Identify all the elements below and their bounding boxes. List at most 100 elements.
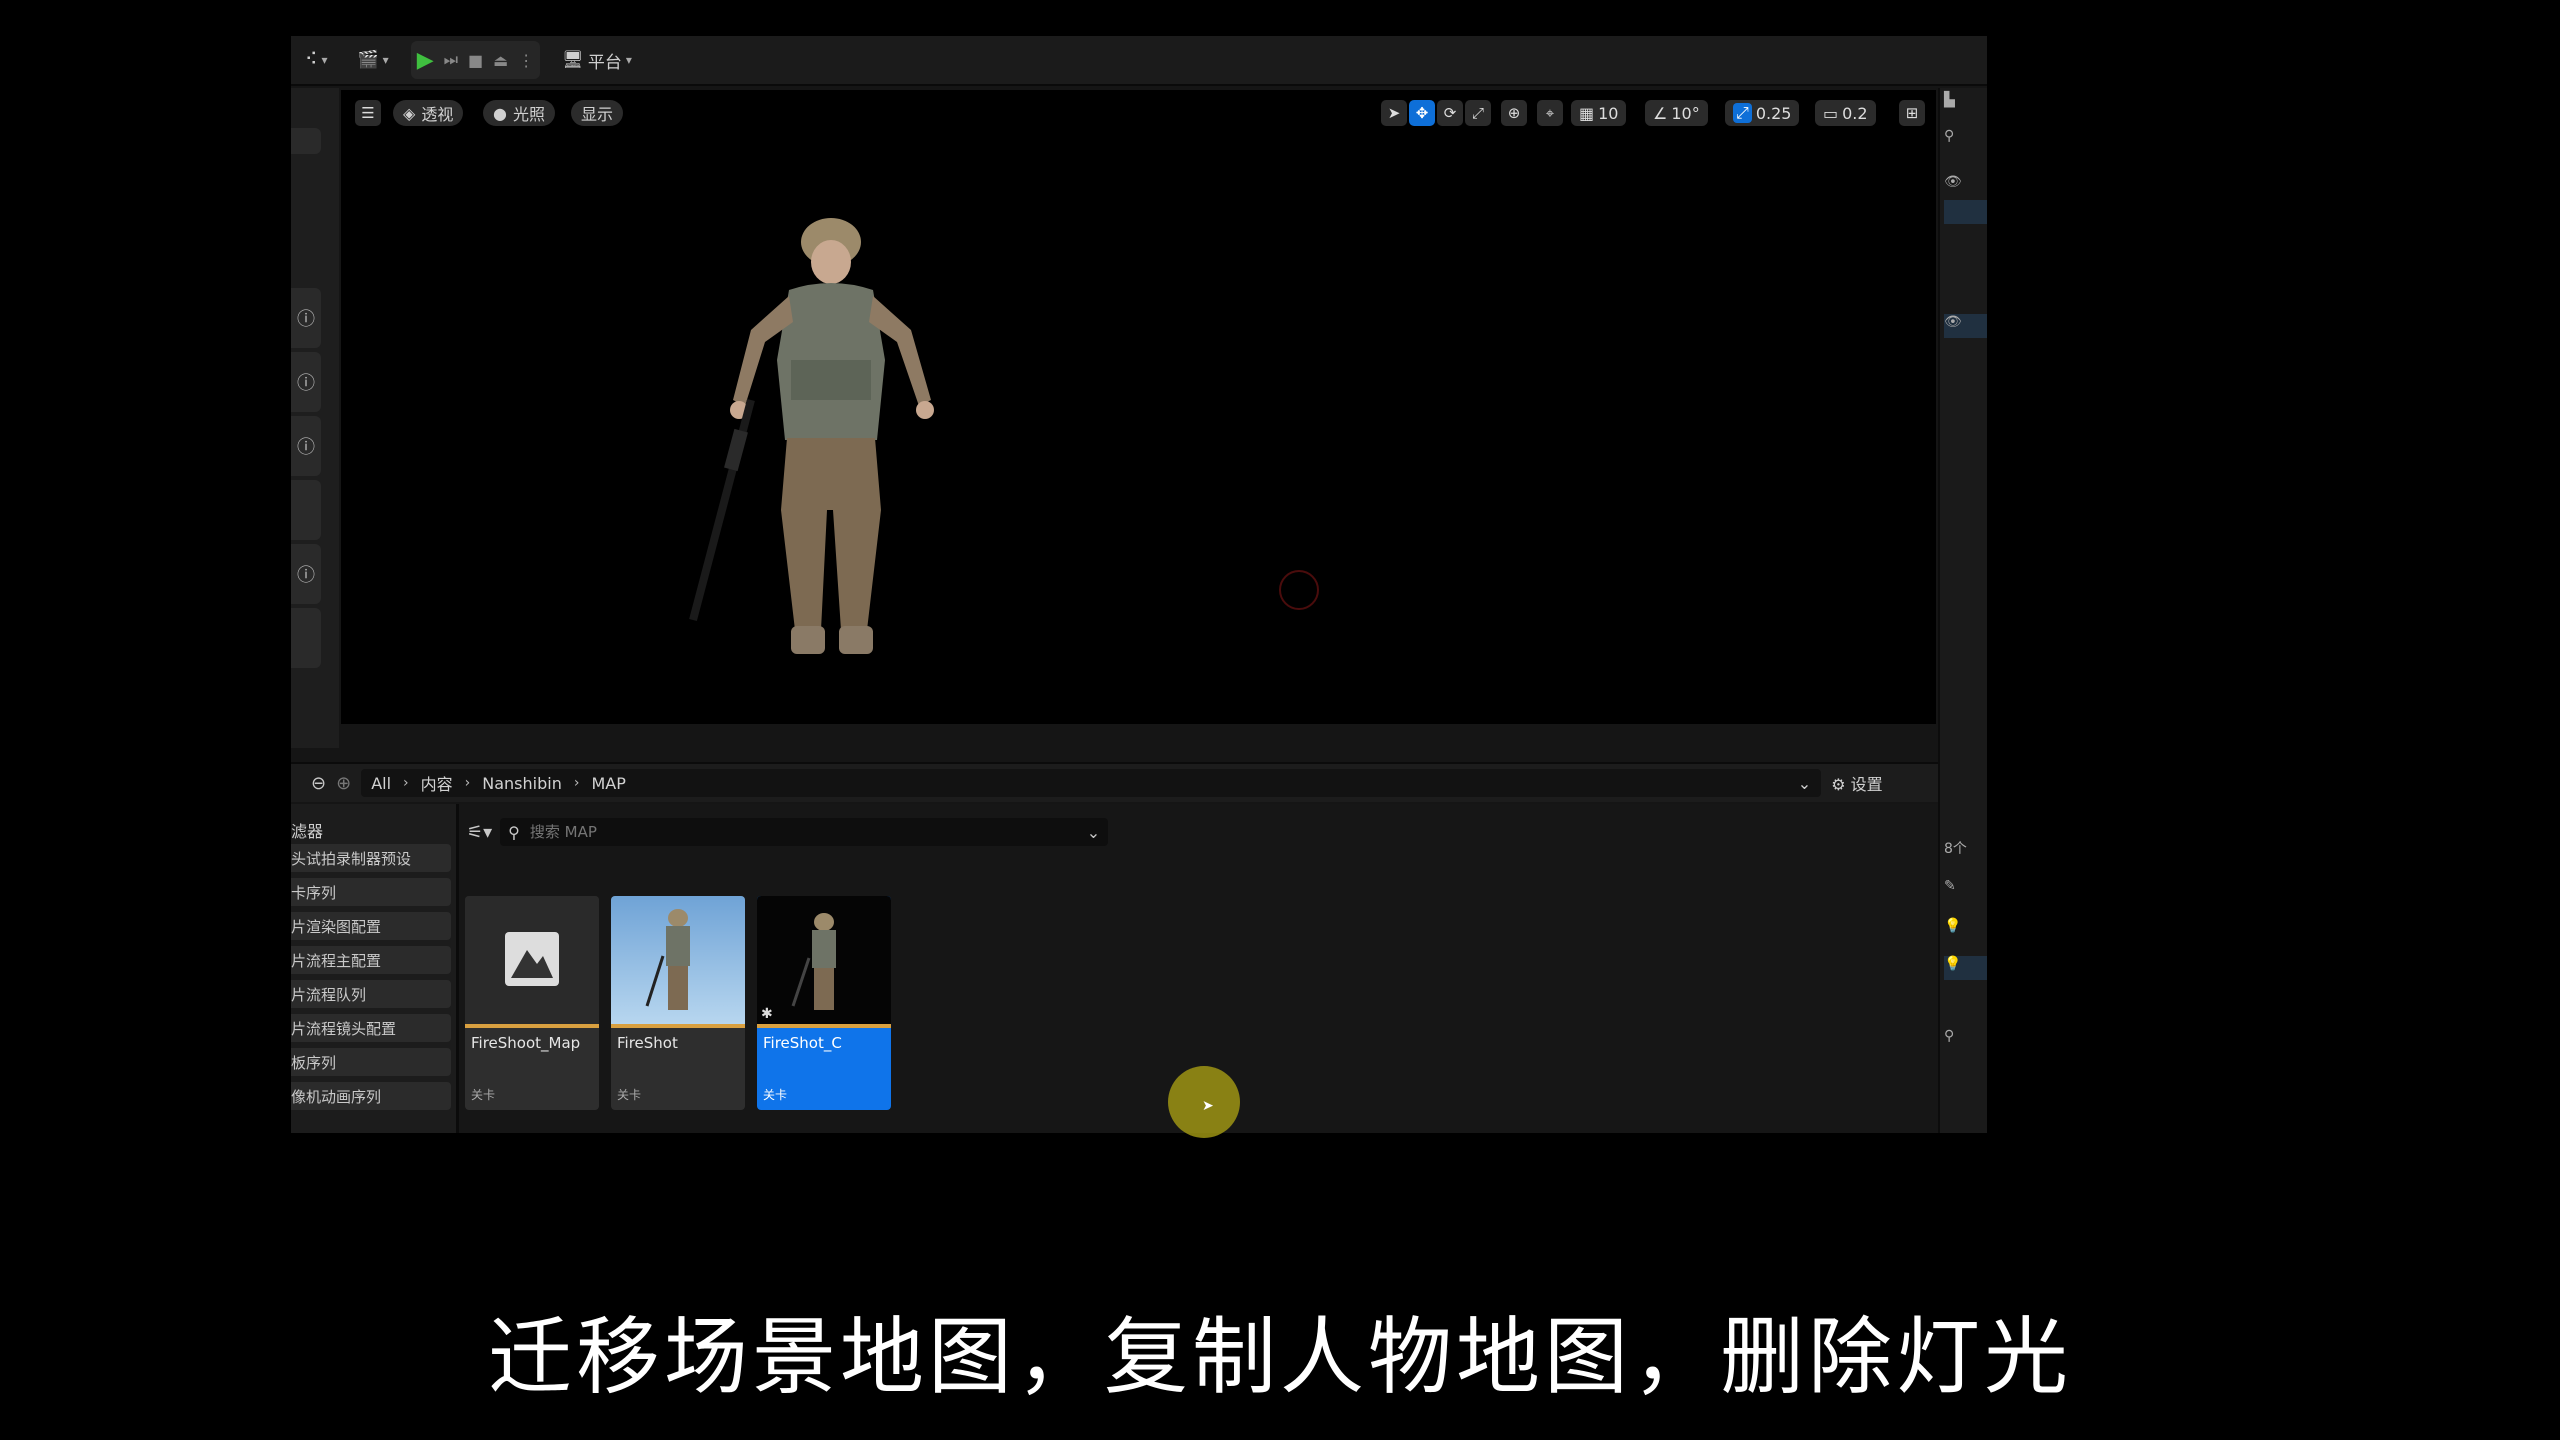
filter-icon[interactable]: ⚲ <box>1944 128 1987 152</box>
search-input[interactable] <box>527 822 1079 842</box>
edit-icon[interactable]: ✎ <box>1944 878 1987 902</box>
left-panel-tab[interactable] <box>291 128 321 154</box>
sidebar-item[interactable]: 像机动画序列 <box>291 1082 451 1110</box>
mouse-cursor-highlight: ➤ <box>1168 1066 1240 1138</box>
breadcrumb-item-content[interactable]: 内容 <box>421 771 453 795</box>
settings-button[interactable]: ⚙ 设置 <box>1831 771 1882 795</box>
lighting-label: 光照 <box>512 105 545 124</box>
asset-name: FireShot_C <box>763 1034 842 1052</box>
asset-type: 关卡 <box>471 1088 496 1102</box>
chevron-right-icon: › <box>464 775 471 791</box>
sidebar-header: 滤器 <box>291 822 324 841</box>
step-icon[interactable]: ⏭ <box>444 50 458 70</box>
left-panel-slot[interactable] <box>291 480 321 540</box>
asset-name: FireShoot_Map <box>471 1034 581 1052</box>
asset-tile-fireshot-c[interactable]: ✱ FireShot_C 关卡 <box>757 896 891 1110</box>
modified-star-icon: ✱ <box>761 1006 773 1022</box>
sidebar-item[interactable]: 卡序列 <box>291 878 451 906</box>
asset-thumbnail <box>465 896 599 1024</box>
show-label: 显示 <box>581 105 614 124</box>
asset-type-bar <box>757 1024 891 1028</box>
help-icon[interactable]: ⓘ <box>291 416 321 476</box>
asset-thumbnail <box>611 896 745 1024</box>
sidebar-item[interactable]: 头试拍录制器预设 <box>291 844 451 872</box>
map-icon <box>505 932 559 986</box>
search-icon: ⚲ <box>508 822 520 842</box>
count-label: 8个 <box>1944 841 1967 857</box>
visibility-eye-icon[interactable]: 👁 <box>1944 174 1987 198</box>
settings-label: 设置 <box>1850 775 1883 794</box>
light-bulb-icon-selected[interactable]: 💡 <box>1944 956 1987 980</box>
breadcrumb-item-all[interactable]: All <box>371 774 391 793</box>
search-icon[interactable]: ⚲ <box>1944 1028 1987 1052</box>
help-icon[interactable]: ⓘ <box>291 288 321 348</box>
rotation-snap-control[interactable]: ∠ 10° <box>1645 100 1708 126</box>
help-icon[interactable]: ⓘ <box>291 544 321 604</box>
breadcrumb: All › 内容 › Nanshibin › MAP ⌄ <box>361 769 1822 797</box>
scale-snap-control[interactable]: ⤢ 0.25 <box>1725 100 1800 126</box>
back-icon[interactable]: ⊖ <box>311 773 326 794</box>
translate-icon[interactable]: ✥ <box>1409 100 1435 126</box>
angle-icon: ∠ <box>1653 103 1668 123</box>
stop-icon[interactable]: ■ <box>468 51 483 70</box>
grid-snap-control[interactable]: ▦ 10 <box>1571 100 1627 126</box>
more-options-icon[interactable]: ⋮ <box>518 51 534 70</box>
sphere-icon: ● <box>493 103 507 123</box>
hamburger-menu-icon[interactable]: ☰ <box>355 100 381 126</box>
mode-selector[interactable]: ⠪ ▾ <box>297 42 335 78</box>
search-box[interactable]: ⚲ ⌄ <box>500 818 1109 846</box>
asset-thumbnail: ✱ <box>757 896 891 1024</box>
scale-snap-value: 0.25 <box>1755 103 1792 123</box>
outliner-row-selected[interactable] <box>1944 200 1987 224</box>
soldier-character-model[interactable] <box>671 210 991 730</box>
light-bulb-icon[interactable]: 💡 <box>1944 918 1987 942</box>
chevron-down-icon[interactable]: ⌄ <box>1798 774 1811 793</box>
breadcrumb-item-nanshibin[interactable]: Nanshibin <box>482 774 562 793</box>
outliner-icon[interactable]: ▙ <box>1944 92 1987 116</box>
mouse-cursor-icon: ➤ <box>1202 1098 1214 1114</box>
cinematics-button[interactable]: 🎬 ▾ <box>349 42 396 78</box>
chevron-down-icon: ▾ <box>321 53 328 67</box>
chevron-right-icon: › <box>403 775 409 791</box>
sidebar-item[interactable]: 片流程主配置 <box>291 946 451 974</box>
sidebar-item[interactable]: 片渲染图配置 <box>291 912 451 940</box>
cube-icon: ◈ <box>403 103 416 123</box>
level-viewport[interactable]: ☰ ◈ 透视 ● 光照 显示 ➤ ✥ ⟳ ⤢ ⊕ ⌖ ▦ 10 ∠ 10° ⤢ … <box>341 90 1936 724</box>
sidebar-item[interactable]: 板序列 <box>291 1048 451 1076</box>
platform-button[interactable]: 🖥 平台 ▾ <box>554 42 640 78</box>
surface-snap-icon[interactable]: ⌖ <box>1537 100 1563 126</box>
platform-label: 平台 <box>587 52 622 73</box>
perspective-button[interactable]: ◈ 透视 <box>393 100 464 126</box>
select-icon[interactable]: ➤ <box>1381 100 1407 126</box>
filter-bar: ⚟▾ ⚲ ⌄ <box>467 818 1109 846</box>
camera-speed-control[interactable]: ▭ 0.2 <box>1815 100 1876 126</box>
play-controls: ▶ ⏭ ■ ⏏ ⋮ <box>410 41 541 79</box>
rotate-icon[interactable]: ⟳ <box>1437 100 1463 126</box>
scale-icon[interactable]: ⤢ <box>1465 100 1491 126</box>
lighting-mode-button[interactable]: ● 光照 <box>483 100 555 126</box>
asset-tile-fireshoot-map[interactable]: FireShoot_Map 关卡 <box>465 896 599 1110</box>
content-browser-sidebar: 滤器 头试拍录制器预设 卡序列 片渲染图配置 片流程主配置 片流程队列 片流程镜… <box>291 804 459 1133</box>
asset-tile-fireshot[interactable]: FireShot 关卡 <box>611 896 745 1110</box>
sidebar-item[interactable]: 片流程镜头配置 <box>291 1014 451 1042</box>
show-button[interactable]: 显示 <box>571 100 624 126</box>
eject-icon[interactable]: ⏏ <box>493 51 508 70</box>
help-icon[interactable]: ⓘ <box>291 352 321 412</box>
play-icon[interactable]: ▶ <box>417 48 434 73</box>
world-local-icon[interactable]: ⊕ <box>1501 100 1527 126</box>
chevron-down-icon[interactable]: ⌄ <box>1087 823 1100 842</box>
main-toolbar: ⠪ ▾ 🎬 ▾ ▶ ⏭ ■ ⏏ ⋮ 🖥 平台 ▾ <box>291 36 1987 86</box>
chevron-down-icon: ▾ <box>382 53 389 67</box>
clapperboard-icon: 🎬 <box>357 50 379 70</box>
filter-icon[interactable]: ⚟▾ <box>467 822 492 843</box>
soldier-thumbnail-icon <box>645 909 690 1010</box>
sidebar-item[interactable]: 片流程队列 <box>291 980 451 1008</box>
outliner-panel: ▙ ⚲ 👁 👁 8个 ✎ 💡 💡 ⚲ <box>1938 88 1987 1133</box>
forward-icon[interactable]: ⊕ <box>336 773 351 794</box>
left-panel-slot[interactable] <box>291 608 321 668</box>
perspective-label: 透视 <box>421 105 454 124</box>
visibility-eye-icon[interactable]: 👁 <box>1944 314 1987 338</box>
asset-type: 关卡 <box>763 1088 788 1102</box>
viewport-layout-icon[interactable]: ⊞ <box>1899 100 1925 126</box>
breadcrumb-item-map[interactable]: MAP <box>591 774 625 793</box>
